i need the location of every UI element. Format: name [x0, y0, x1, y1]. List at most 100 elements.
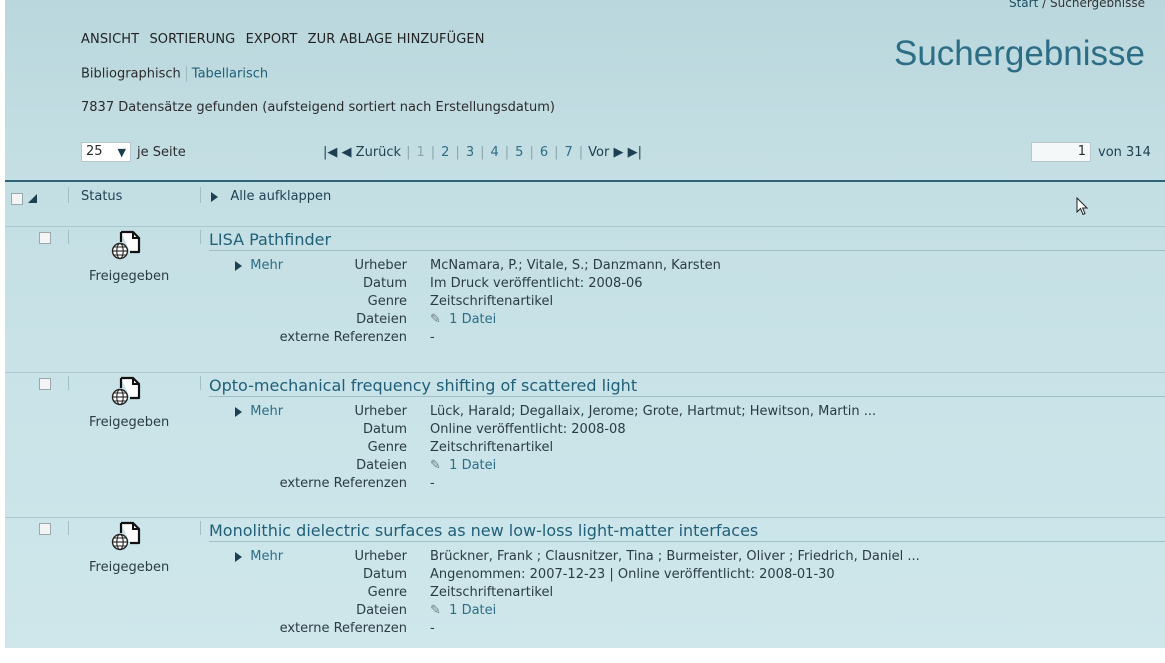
result-title-link[interactable]: LISA Pathfinder: [209, 230, 331, 249]
search-results-page: Start / Suchergebnisse Suchergebnisse AN…: [5, 0, 1165, 648]
caret-right-icon: [235, 406, 242, 417]
page-link-3[interactable]: 3: [466, 145, 474, 160]
external-refs-value: -: [430, 330, 435, 345]
page-link-7[interactable]: 7: [565, 145, 573, 160]
result-item: Freigegeben LISA Pathfinder Mehr Urheber…: [5, 226, 1165, 372]
date-value: Im Druck veröffentlicht: 2008-06: [430, 276, 643, 291]
prev-page-link[interactable]: Zurück: [356, 145, 401, 160]
view-bibliographic-link[interactable]: Bibliographisch: [81, 67, 181, 82]
files-label: Dateien: [356, 312, 407, 327]
date-label: Datum: [363, 567, 407, 582]
date-label: Datum: [363, 276, 407, 291]
date-value: Online veröffentlicht: 2008-08: [430, 422, 626, 437]
menu-sortierung[interactable]: SORTIERUNG: [149, 32, 235, 47]
result-title-link[interactable]: Monolithic dielectric surfaces as new lo…: [209, 521, 758, 540]
caret-right-icon: [211, 191, 218, 202]
list-header: Status Alle aufklappen: [5, 183, 1165, 215]
genre-label: Genre: [367, 440, 407, 455]
files-link[interactable]: ✎ 1 Datei: [407, 457, 496, 475]
result-metadata: Mehr Urheber Lück, Harald; Degallaix, Je…: [235, 403, 876, 493]
external-refs-value: -: [430, 621, 435, 636]
action-menu: ANSICHT SORTIERUNG EXPORT ZUR ABLAGE HIN…: [81, 32, 491, 47]
page-link-1: 1: [416, 145, 425, 160]
creator-label: Urheber: [354, 258, 407, 273]
document-globe-icon: [111, 376, 141, 406]
more-label: Mehr: [250, 549, 284, 564]
files-link[interactable]: ✎ 1 Datei: [407, 602, 496, 620]
last-page-icon[interactable]: ▶|: [628, 145, 642, 160]
result-item: Freigegeben Opto-mechanical frequency sh…: [5, 372, 1165, 518]
next-page-icon[interactable]: ▶: [614, 145, 624, 160]
page-link-6[interactable]: 6: [540, 145, 548, 160]
more-toggle[interactable]: Mehr: [235, 257, 283, 275]
result-title-link[interactable]: Opto-mechanical frequency shifting of sc…: [209, 376, 637, 395]
prev-page-icon[interactable]: ◀: [342, 145, 352, 160]
creator-value: Lück, Harald; Degallaix, Jerome; Grote, …: [430, 404, 877, 419]
more-label: Mehr: [250, 258, 284, 273]
view-tabular-link[interactable]: Tabellarisch: [192, 67, 268, 82]
result-checkbox[interactable]: [39, 523, 51, 535]
external-refs-value: -: [430, 476, 435, 491]
page-link-2[interactable]: 2: [441, 145, 449, 160]
genre-label: Genre: [367, 294, 407, 309]
pagination: |◀ ◀ Zurück | 1 | 2 | 3 | 4 | 5 | 6 | 7 | Vor ▶ ▶|: [323, 145, 643, 160]
chevron-down-icon: ▼: [117, 146, 126, 159]
more-toggle[interactable]: Mehr: [235, 548, 283, 566]
status-label: Freigegeben: [89, 415, 170, 430]
files-label: Dateien: [356, 458, 407, 473]
genre-label: Genre: [367, 585, 407, 600]
menu-ansicht[interactable]: ANSICHT: [81, 32, 139, 47]
result-metadata: Mehr Urheber Brückner, Frank ; Clausnitz…: [235, 548, 920, 638]
genre-value: Zeitschriftenartikel: [430, 440, 554, 455]
page-title: Suchergebnisse: [894, 34, 1145, 73]
mouse-pointer-icon: [1076, 197, 1089, 216]
per-page-control: 25 ▼ je Seite: [81, 142, 186, 162]
status-label: Freigegeben: [89, 269, 170, 284]
status-column-header: Status: [81, 189, 123, 204]
breadcrumb-current: Suchergebnisse: [1050, 0, 1145, 10]
date-value: Angenommen: 2007-12-23 | Online veröffen…: [430, 567, 835, 582]
result-checkbox[interactable]: [39, 378, 51, 390]
caret-right-icon: [235, 260, 242, 271]
page-number-input[interactable]: 1: [1031, 142, 1091, 162]
of-label: von: [1098, 145, 1122, 160]
next-page-link[interactable]: Vor: [588, 145, 609, 160]
expand-all-label: Alle aufklappen: [230, 189, 332, 204]
result-metadata: Mehr Urheber McNamara, P.; Vitale, S.; D…: [235, 257, 721, 347]
more-toggle[interactable]: Mehr: [235, 403, 283, 421]
per-page-select[interactable]: 25 ▼: [81, 142, 131, 162]
external-refs-label: externe Referenzen: [279, 476, 407, 491]
page-link-5[interactable]: 5: [515, 145, 523, 160]
creator-label: Urheber: [354, 404, 407, 419]
status-label: Freigegeben: [89, 560, 170, 575]
result-count: 7837 Datensätze gefunden (aufsteigend so…: [81, 100, 555, 115]
per-page-value: 25: [86, 144, 103, 159]
document-globe-icon: [111, 521, 141, 551]
breadcrumb-start-link[interactable]: Start: [1009, 0, 1038, 10]
creator-label: Urheber: [354, 549, 407, 564]
genre-value: Zeitschriftenartikel: [430, 585, 554, 600]
header-divider: [5, 180, 1165, 182]
document-globe-icon: [111, 230, 141, 260]
result-item: Freigegeben Monolithic dielectric surfac…: [5, 517, 1165, 663]
view-switch: Bibliographisch Tabellarisch: [81, 66, 268, 82]
first-page-icon[interactable]: |◀: [323, 145, 337, 160]
breadcrumb: Start / Suchergebnisse: [1009, 0, 1145, 10]
page-link-4[interactable]: 4: [490, 145, 498, 160]
external-refs-label: externe Referenzen: [279, 621, 407, 636]
select-all-checkbox[interactable]: [11, 193, 23, 205]
total-pages-label: von 314: [1098, 145, 1151, 160]
total-pages: 314: [1126, 145, 1151, 160]
more-label: Mehr: [250, 404, 284, 419]
menu-export[interactable]: EXPORT: [246, 32, 298, 47]
per-page-label: je Seite: [137, 144, 186, 160]
genre-value: Zeitschriftenartikel: [430, 294, 554, 309]
expand-all-toggle[interactable]: Alle aufklappen: [211, 189, 331, 204]
result-checkbox[interactable]: [39, 232, 51, 244]
files-link[interactable]: ✎ 1 Datei: [407, 311, 496, 329]
paperclip-icon: ✎: [430, 458, 441, 473]
menu-zur-ablage[interactable]: ZUR ABLAGE HINZUFÜGEN: [308, 32, 485, 47]
sort-toggle-icon[interactable]: [28, 194, 37, 203]
caret-right-icon: [235, 551, 242, 562]
paperclip-icon: ✎: [430, 603, 441, 618]
